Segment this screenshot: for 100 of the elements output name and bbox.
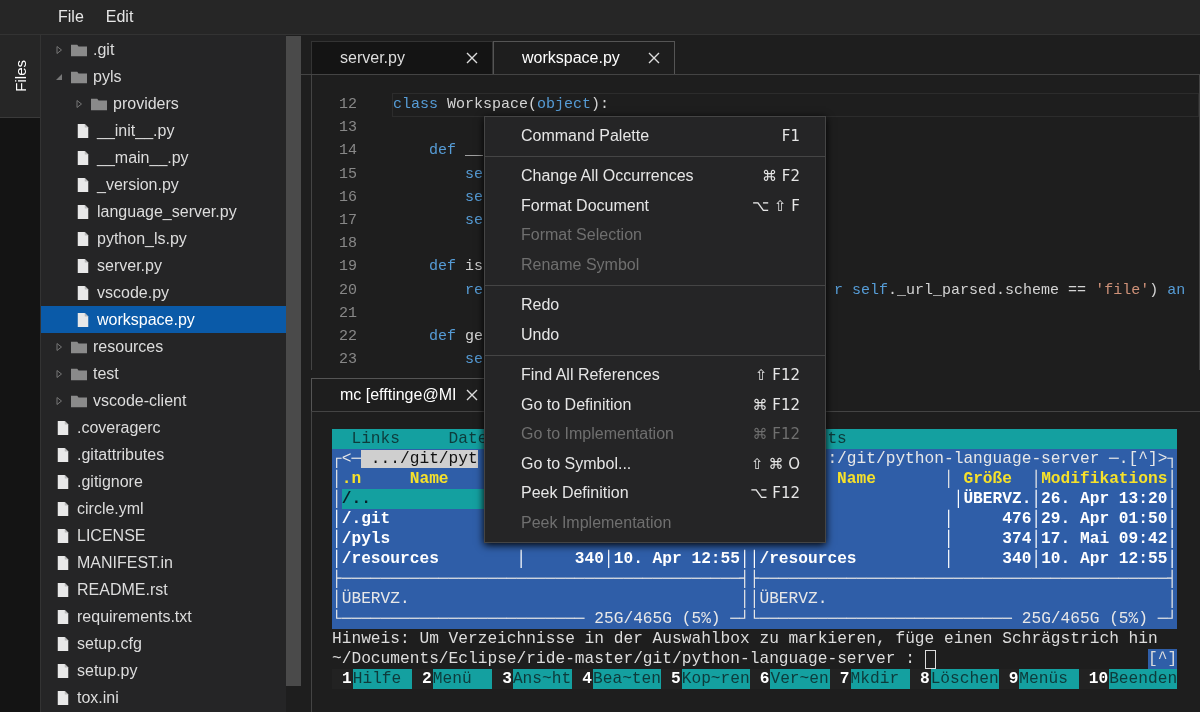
line-number: 19 (338, 258, 357, 276)
tree-item[interactable]: .git (41, 36, 286, 63)
menu-item[interactable]: Peek Definition ⌥ F12 (485, 478, 825, 508)
hint-text: Hinweis: Um Verzeichnisse in der Auswahlbox zu markieren, füge einen Schrägstrich hin (332, 629, 1158, 649)
code-token: ): (591, 96, 610, 114)
tree-item[interactable]: requirements.txt (41, 603, 286, 630)
tree-item[interactable]: resources (41, 333, 286, 360)
history-indicator[interactable]: [^] (1147, 649, 1178, 669)
tree-item[interactable]: circle.yml (41, 495, 286, 522)
terminal-text: │ (1030, 470, 1042, 488)
tree-item[interactable]: workspace.py (41, 306, 286, 333)
code-token: re (464, 281, 483, 299)
prompt-text: ~/Documents/Eclipse/ride-master/git/python-language-server : (332, 649, 915, 669)
editor-tab[interactable]: server.py (311, 41, 493, 74)
terminal-text: │ 476│29. Apr 01:50│ (942, 510, 1178, 528)
file-icon (75, 285, 91, 300)
folder-icon (91, 96, 107, 111)
folder-icon (71, 42, 87, 57)
tree-item[interactable]: tox.ini (41, 684, 286, 711)
file-icon (75, 204, 91, 219)
file-icon (55, 690, 71, 705)
menu-item[interactable]: Undo (485, 320, 825, 350)
file-icon (55, 636, 71, 651)
code-token: se (464, 212, 483, 230)
menu-item[interactable]: Redo (485, 290, 825, 320)
file-icon (55, 528, 71, 543)
chevron-icon[interactable] (75, 99, 83, 108)
function-key[interactable]: 1Hilfe (332, 669, 413, 689)
terminal-text: │/resources │ 340│10. Apr 12:55││/resources │ 340│10. Apr 12:55│ (332, 550, 1178, 568)
tree-item[interactable]: providers (41, 90, 286, 117)
close-icon[interactable] (466, 389, 478, 401)
terminal-text: Name (836, 470, 876, 488)
tree-item[interactable]: vscode.py (41, 279, 286, 306)
menu-item[interactable]: Command Palette F1 (485, 121, 825, 151)
menu-item[interactable]: Go to Symbol... ⇧ ⌘ O (485, 449, 825, 479)
tree-item[interactable]: README.rst (41, 576, 286, 603)
tree-item[interactable]: vscode-client (41, 387, 286, 414)
tree-item[interactable]: test (41, 360, 286, 387)
tree-item[interactable]: _version.py (41, 171, 286, 198)
chevron-icon[interactable] (55, 72, 63, 81)
terminal-text: :/git/python-language-server ─.[^]>┐ (827, 450, 1178, 468)
tree-item[interactable]: MANIFEST.in (41, 549, 286, 576)
tree-item[interactable]: python_ls.py (41, 225, 286, 252)
function-key[interactable]: 9Menüs (998, 669, 1079, 689)
chevron-icon[interactable] (55, 396, 63, 405)
line-number: 16 (338, 188, 357, 206)
terminal-text: .n Name (341, 470, 449, 488)
editor-tab[interactable]: workspace.py (493, 41, 675, 74)
function-key[interactable]: 2Menü (412, 669, 493, 689)
line-number: 12 (338, 96, 357, 114)
file-icon (55, 609, 71, 624)
terminal-text: └───────────────────────── 25G/465G (5%) ─┘└────────────────────────── 25G/465G (5%) ─┘ (332, 610, 1178, 628)
file-icon (75, 177, 91, 192)
terminal-text: │ÜBERVZ.│26. Apr 13:20│ (952, 490, 1178, 508)
chevron-icon[interactable] (55, 369, 63, 378)
close-icon[interactable] (466, 52, 478, 64)
tree-item[interactable]: __init__.py (41, 117, 286, 144)
line-number: 14 (338, 142, 357, 160)
tree-item[interactable]: .gitignore (41, 468, 286, 495)
tree-item[interactable]: language_server.py (41, 198, 286, 225)
function-key[interactable]: 5Kop~ren (661, 669, 750, 689)
function-key[interactable]: 10Beenden (1078, 669, 1178, 689)
tree-item[interactable]: LICENSE (41, 522, 286, 549)
line-number: 21 (338, 304, 357, 322)
file-icon (55, 447, 71, 462)
scrollbar-thumb[interactable] (286, 36, 301, 686)
menu-item[interactable]: Change All Occurrences ⌘ F2 (485, 161, 825, 191)
close-icon[interactable] (648, 52, 660, 64)
tree-item[interactable]: setup.py (41, 657, 286, 684)
function-key[interactable]: 7Mkdir (829, 669, 910, 689)
terminal-text: ┌<─ (332, 450, 362, 468)
tree-item[interactable]: .coveragerc (41, 414, 286, 441)
menu-item[interactable]: Edit (105, 8, 134, 26)
tree-item[interactable]: pyls (41, 63, 286, 90)
files-tab[interactable]: Files (0, 35, 40, 118)
function-key[interactable]: 3Ans~ht (492, 669, 573, 689)
tree-item[interactable]: __main__.py (41, 144, 286, 171)
line-number: 23 (338, 351, 357, 369)
function-key[interactable]: 8Löschen (909, 669, 999, 689)
file-icon (55, 663, 71, 678)
tree-item[interactable]: setup.cfg (41, 630, 286, 657)
terminal-text: ts (827, 430, 847, 448)
file-icon (75, 231, 91, 246)
tree-item[interactable]: .gitattributes (41, 441, 286, 468)
function-key[interactable]: 4Bea~ten (572, 669, 661, 689)
file-icon (75, 258, 91, 273)
file-icon (55, 582, 71, 597)
folder-icon (71, 366, 87, 381)
menu-item[interactable]: File (58, 8, 84, 26)
folder-icon (71, 339, 87, 354)
terminal-text: │ (332, 470, 342, 488)
function-key[interactable]: 6Ver~en (749, 669, 830, 689)
terminal-text: │ 374│17. Mai 09:42│ (942, 530, 1178, 548)
menu-item[interactable]: Format Document ⌥ ⇧ F (485, 191, 825, 221)
line-number: 17 (338, 212, 357, 230)
line-number: 20 (338, 281, 357, 299)
tree-item[interactable]: server.py (41, 252, 286, 279)
line-number: 18 (338, 235, 357, 253)
chevron-icon[interactable] (55, 342, 63, 351)
chevron-icon[interactable] (55, 45, 63, 54)
